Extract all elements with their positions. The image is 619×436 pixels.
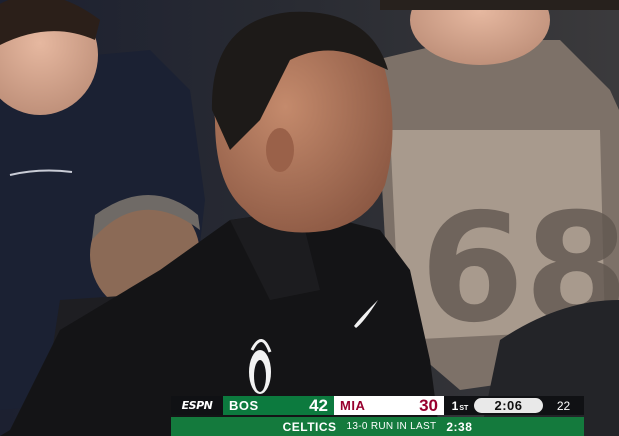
ticker-time: 2:38	[446, 419, 473, 434]
scoreboard: ESPN BOS 42 MIA 30 1 ST 2:06 22	[171, 396, 584, 415]
away-team-panel: BOS 42	[223, 396, 334, 415]
away-team-abbr: BOS	[229, 398, 259, 413]
broadcast-scene: 68	[0, 0, 619, 436]
network-logo: ESPN	[181, 399, 213, 412]
home-team-panel: MIA 30	[334, 396, 444, 415]
ticker-run-text: 13-0 RUN IN LAST	[346, 421, 437, 432]
shot-clock: 22	[556, 398, 571, 413]
game-clock: 2:06	[474, 398, 543, 413]
period-suffix: ST	[459, 404, 469, 412]
ticker-team: CELTICS	[282, 419, 337, 434]
period-number: 1	[451, 398, 459, 413]
run-ticker: CELTICS 13-0 RUN IN LAST 2:38	[171, 417, 584, 436]
home-team-abbr: MIA	[340, 398, 366, 413]
period-indicator: 1 ST	[446, 399, 474, 413]
away-team-score: 42	[309, 395, 328, 415]
home-team-score: 30	[419, 395, 438, 415]
